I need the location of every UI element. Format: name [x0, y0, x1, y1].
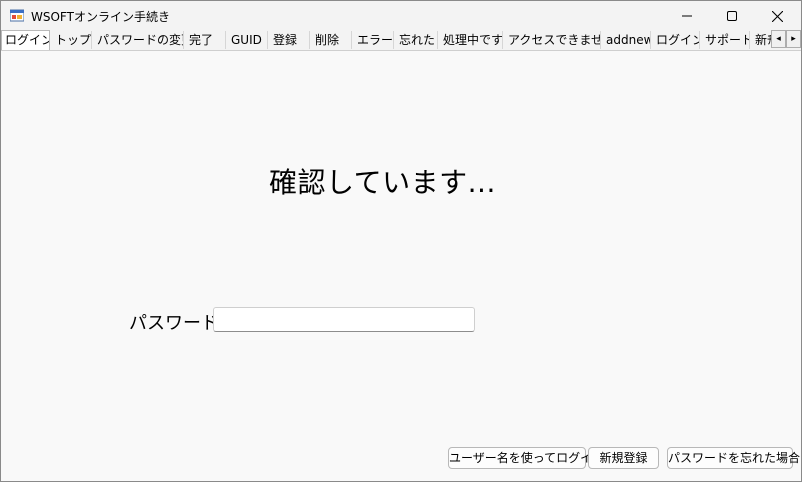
password-label: パスワード — [129, 313, 219, 334]
minimize-button[interactable] — [664, 1, 710, 31]
tab-change-password[interactable]: パスワードの変更 — [92, 31, 184, 49]
tab-new-partial[interactable]: 新ﾁ — [750, 31, 771, 49]
maximize-button[interactable] — [709, 1, 755, 31]
tab-forgot[interactable]: 忘れた — [394, 31, 438, 49]
tab-top[interactable]: トップ — [50, 31, 92, 49]
tab-error[interactable]: エラー — [352, 31, 394, 49]
tab-support[interactable]: サポート — [700, 31, 750, 49]
window-title: WSOFTオンライン手続き — [31, 10, 170, 24]
tab-login-2[interactable]: ログイン — [651, 31, 700, 49]
minimize-icon — [682, 15, 692, 17]
app-window: WSOFTオンライン手続き ログイン トップ パスワードの変更 完了 GUID … — [0, 0, 802, 482]
windows-form-icon — [10, 9, 24, 22]
tab-complete[interactable]: 完了 — [184, 31, 226, 49]
tab-scroll-right-button[interactable]: ▸ — [786, 30, 801, 48]
forgot-password-button[interactable]: パスワードを忘れた場合 — [667, 447, 800, 469]
tab-guid[interactable]: GUID — [226, 31, 268, 49]
tab-addnew[interactable]: addnew — [601, 31, 651, 49]
tab-register[interactable]: 登録 — [268, 31, 310, 49]
tab-delete[interactable]: 削除 — [310, 31, 352, 49]
chevron-left-icon: ◂ — [776, 33, 781, 44]
tab-access-denied[interactable]: アクセスできません — [503, 31, 601, 49]
tab-scroll-left-button[interactable]: ◂ — [771, 30, 786, 48]
new-registration-button[interactable]: 新規登録 — [588, 447, 659, 469]
tab-strip: ログイン トップ パスワードの変更 完了 GUID 登録 削除 エラー 忘れた … — [1, 30, 801, 51]
login-with-username-button[interactable]: ユーザー名を使ってログイン — [448, 447, 604, 469]
tab-login[interactable]: ログイン — [1, 30, 50, 50]
password-input[interactable] — [213, 307, 475, 332]
title-bar[interactable]: WSOFTオンライン手続き — [1, 1, 801, 31]
status-heading: 確認しています... — [269, 166, 496, 199]
close-icon — [771, 10, 783, 22]
maximize-icon — [727, 11, 737, 21]
close-button[interactable] — [754, 1, 800, 31]
chevron-right-icon: ▸ — [791, 33, 796, 44]
tab-processing[interactable]: 処理中です — [438, 31, 503, 49]
